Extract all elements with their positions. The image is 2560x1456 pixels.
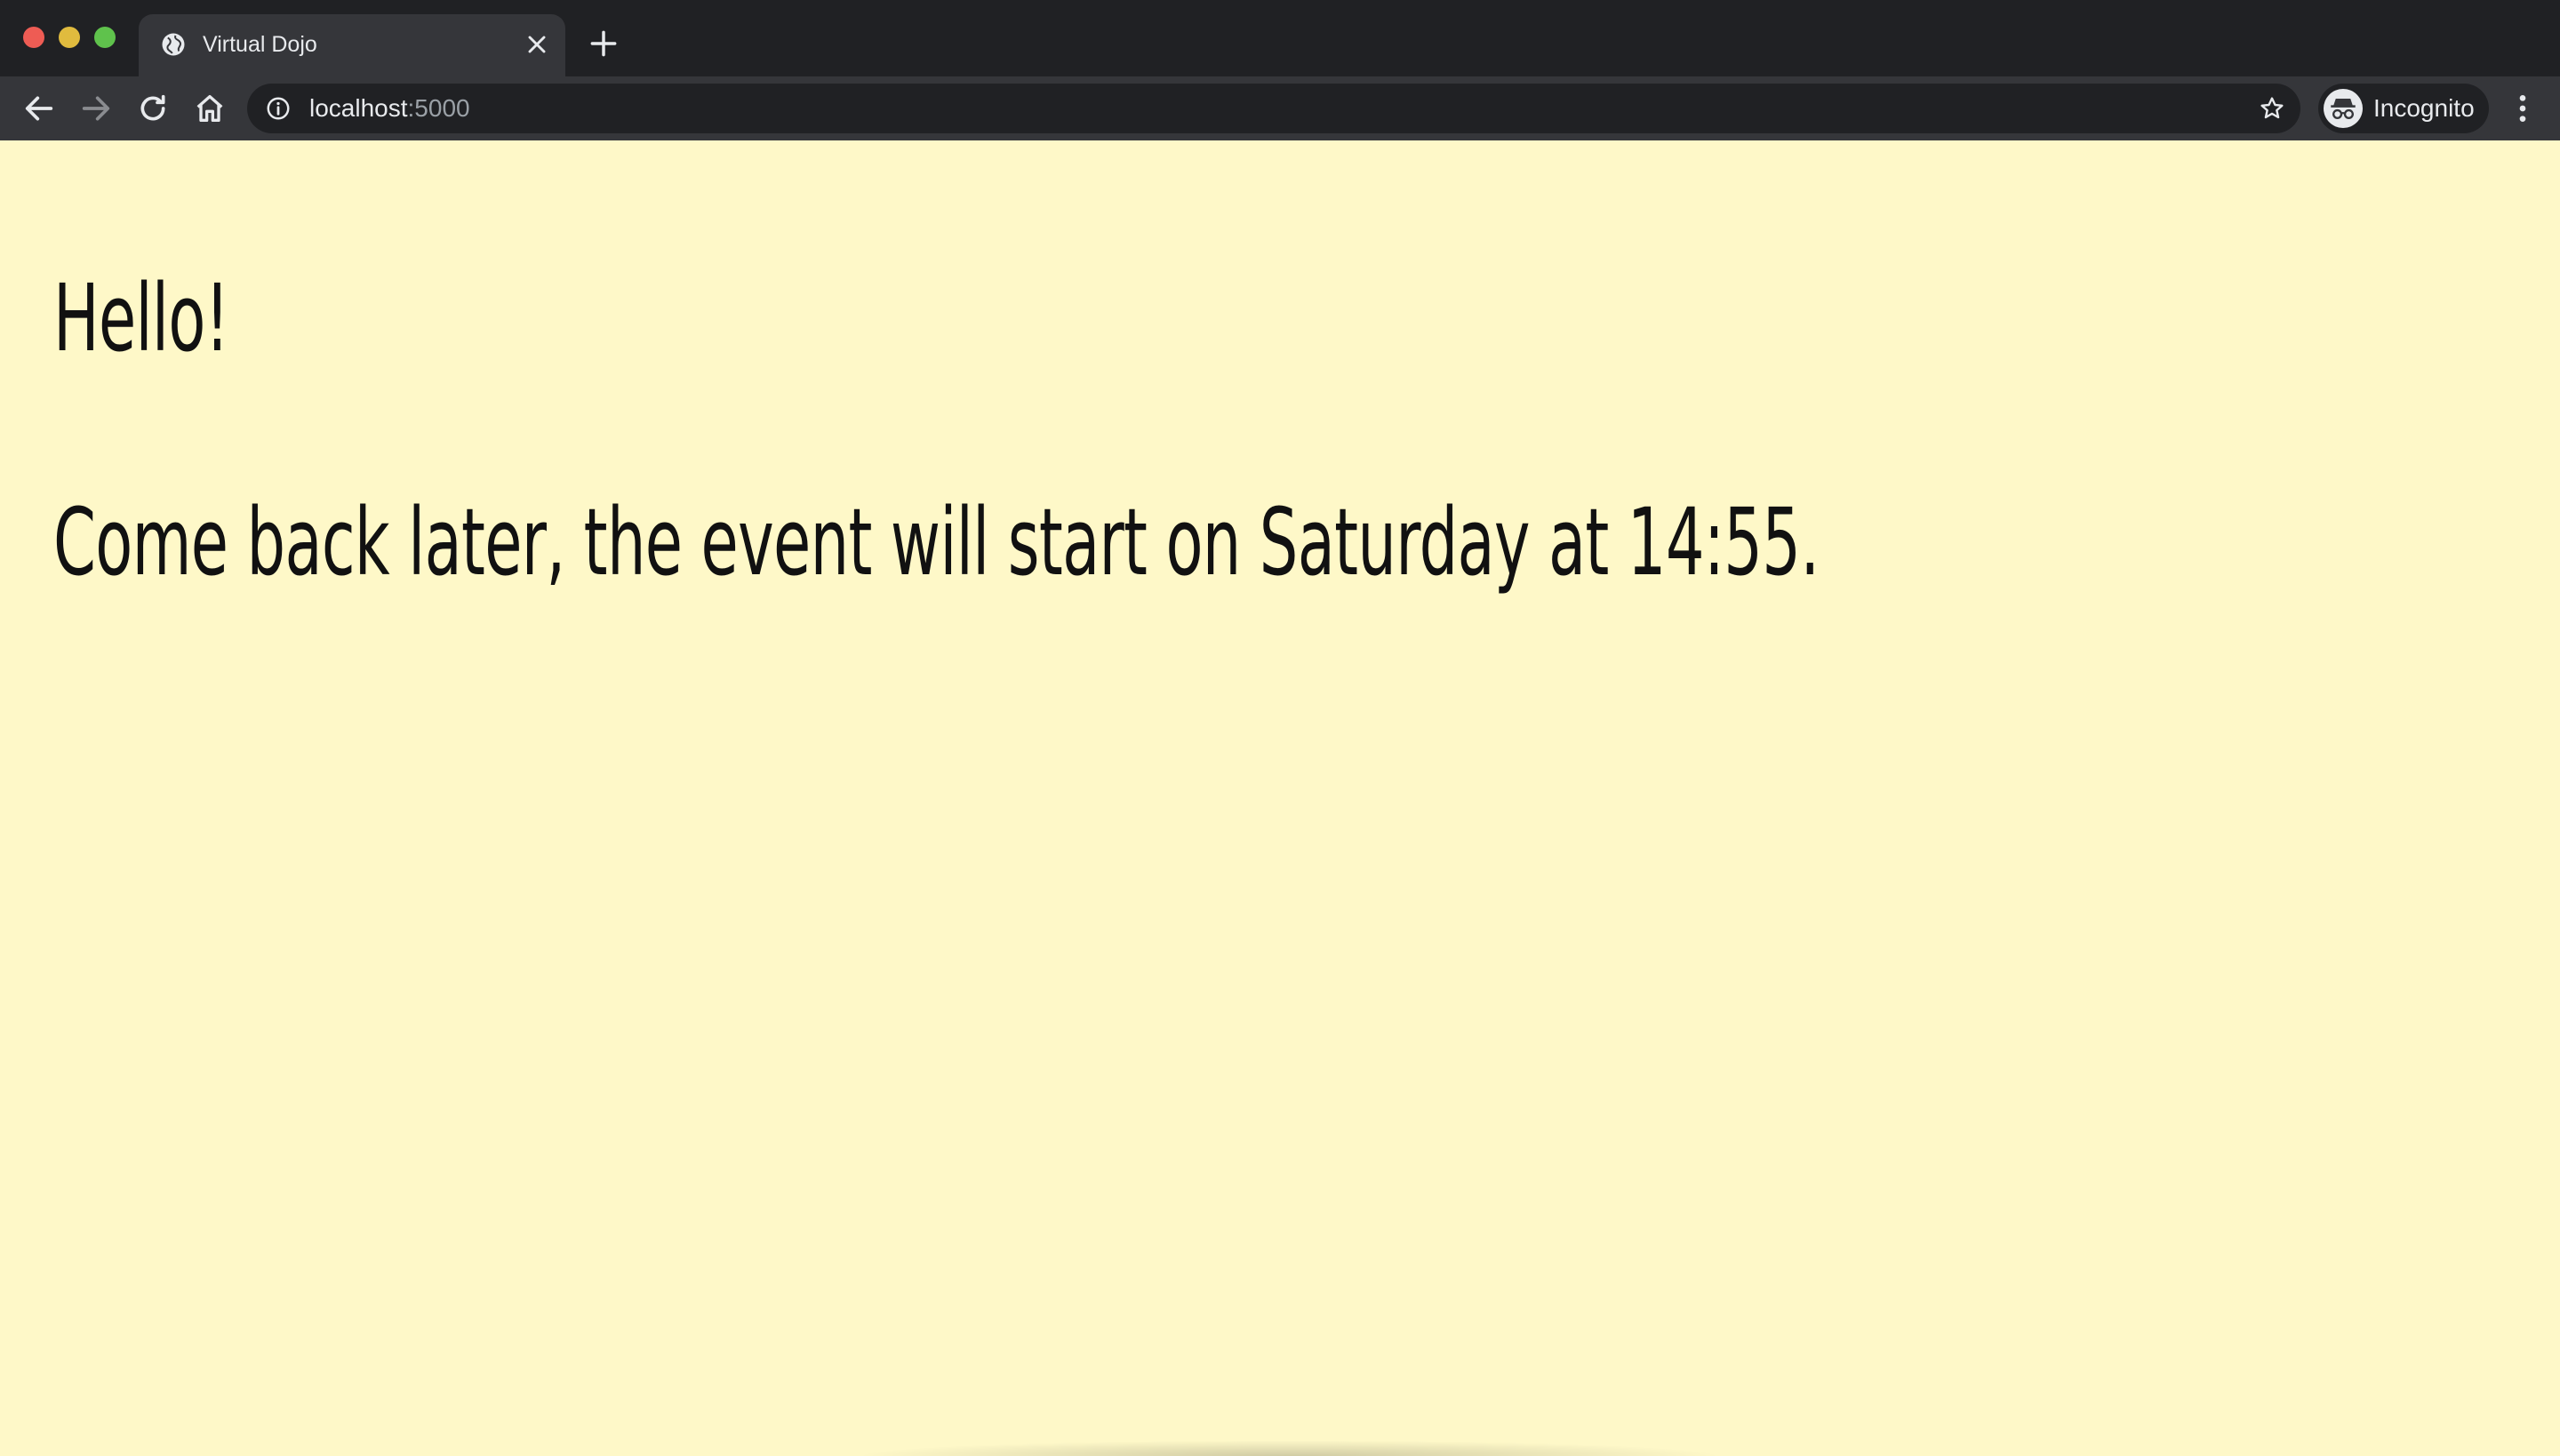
new-tab-plus-icon[interactable] [587, 27, 620, 60]
minimize-window-button[interactable] [59, 27, 80, 48]
url-host: localhost [309, 94, 408, 122]
incognito-profile-button[interactable]: Incognito [2318, 84, 2489, 133]
event-message: Come back later, the event will start on… [53, 488, 1820, 596]
reload-icon[interactable] [135, 91, 171, 126]
star-icon[interactable] [2258, 94, 2286, 123]
globe-icon [162, 33, 185, 56]
tab-title: Virtual Dojo [203, 32, 317, 57]
url-port: :5000 [407, 94, 470, 122]
back-arrow-icon[interactable] [21, 91, 57, 126]
maximize-window-button[interactable] [94, 27, 116, 48]
browser-toolbar: localhost:5000 Incognito [0, 76, 2560, 140]
tab-strip: Virtual Dojo [0, 0, 2560, 76]
tab-active[interactable]: Virtual Dojo [139, 14, 565, 76]
page-content: Hello! Come back later, the event will s… [0, 140, 2560, 1456]
address-bar[interactable]: localhost:5000 [247, 84, 2300, 133]
home-icon[interactable] [192, 91, 228, 126]
forward-arrow-icon[interactable] [78, 91, 114, 126]
bottom-shadow [853, 1440, 1724, 1456]
info-icon[interactable] [265, 95, 292, 122]
close-window-button[interactable] [23, 27, 44, 48]
kebab-menu-icon[interactable] [2505, 91, 2540, 126]
incognito-label: Incognito [2373, 94, 2475, 122]
close-tab-icon[interactable] [523, 30, 551, 59]
page-heading: Hello! [53, 264, 229, 372]
incognito-icon [2324, 89, 2363, 128]
browser-window: Virtual Dojo localhost:5000 Incognito He… [0, 0, 2560, 1456]
url-text: localhost:5000 [309, 92, 470, 124]
